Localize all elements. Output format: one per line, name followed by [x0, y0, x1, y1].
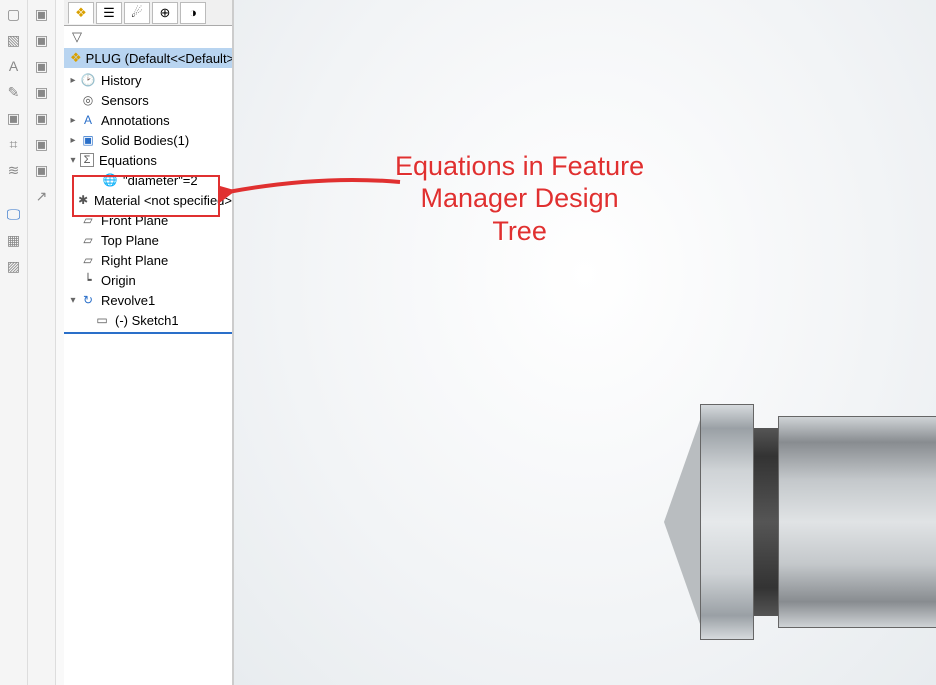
- revolve-icon: ↻: [80, 292, 96, 308]
- model-collar: [700, 404, 754, 640]
- part-header[interactable]: ❖ PLUG (Default<<Default>_D: [64, 48, 232, 68]
- filter-row: ▽: [64, 26, 232, 48]
- graphics-viewport[interactable]: [234, 0, 936, 685]
- equations-icon: Σ: [80, 153, 94, 167]
- vertical-toolbar-1: ▢ ▧ A ✎ ▣ ⌗ ≋ 🖵 ▦ ▨: [0, 0, 28, 685]
- expander[interactable]: ▸: [68, 135, 78, 146]
- tree-label: Top Plane: [101, 233, 159, 248]
- model-shaft: [778, 416, 936, 628]
- expander[interactable]: ▸: [68, 75, 78, 86]
- callout-line: Equations in Feature: [395, 150, 644, 182]
- callout-line: Tree: [395, 215, 644, 247]
- expander[interactable]: ▾: [68, 155, 78, 166]
- tree-item-solid-bodies[interactable]: ▸ ▣ Solid Bodies(1): [64, 130, 232, 150]
- tree-label: History: [101, 73, 141, 88]
- tool-icon[interactable]: ▢: [3, 3, 25, 25]
- display-icon[interactable]: 🖵: [3, 203, 25, 225]
- tree-item-origin[interactable]: ┕ Origin: [64, 270, 232, 290]
- tool-icon[interactable]: A: [3, 55, 25, 77]
- feature-tree: ▸ 🕑 History ◎ Sensors ▸ A Annotations ▸ …: [64, 68, 232, 338]
- plane-icon: ▱: [80, 232, 96, 248]
- tree-label: Right Plane: [101, 253, 168, 268]
- tree-item-top-plane[interactable]: ▱ Top Plane: [64, 230, 232, 250]
- filter-icon[interactable]: ▽: [72, 29, 82, 45]
- tree-item-material[interactable]: ✱ Material <not specified>: [64, 190, 232, 210]
- cube-icon[interactable]: ▣: [31, 81, 53, 103]
- tree-item-equations[interactable]: ▾ Σ Equations: [64, 150, 232, 170]
- tree-label: Annotations: [101, 113, 170, 128]
- annotations-icon: A: [80, 112, 96, 128]
- cube-icon[interactable]: ▣: [31, 29, 53, 51]
- cube-icon[interactable]: ▣: [31, 3, 53, 25]
- sensors-icon: ◎: [80, 92, 96, 108]
- expander[interactable]: ▾: [68, 295, 78, 306]
- origin-icon: ┕: [80, 272, 96, 288]
- tab-display-manager[interactable]: ◑: [180, 2, 206, 24]
- tree-label: Front Plane: [101, 213, 168, 228]
- tab-feature-manager[interactable]: ❖: [68, 2, 94, 24]
- tree-label: "diameter"=2: [123, 173, 198, 188]
- tool-icon[interactable]: ⌗: [3, 133, 25, 155]
- vertical-toolbar-2: ▣ ▣ ▣ ▣ ▣ ▣ ▣ ↗: [28, 0, 56, 685]
- model-groove: [754, 428, 778, 616]
- part-label: PLUG (Default<<Default>_D: [86, 51, 232, 66]
- tree-end-marker: [64, 332, 232, 334]
- panel-tabs: ❖ ☰ ☄ ⊕ ◑: [64, 0, 232, 26]
- view-icon[interactable]: ▨: [3, 255, 25, 277]
- callout-line: Manager Design: [395, 182, 644, 214]
- tree-label: Equations: [99, 153, 157, 168]
- model-3d: [654, 380, 936, 670]
- tab-configuration-manager[interactable]: ☄: [124, 2, 150, 24]
- material-icon: ✱: [77, 192, 89, 208]
- annotation-callout: Equations in Feature Manager Design Tree: [395, 150, 644, 247]
- tree-item-equation-value[interactable]: 🌐 "diameter"=2: [64, 170, 232, 190]
- solid-bodies-icon: ▣: [80, 132, 96, 148]
- part-icon: ❖: [70, 50, 82, 66]
- tool-icon[interactable]: ≋: [3, 159, 25, 181]
- plane-icon: ▱: [80, 212, 96, 228]
- sketch-icon: ▭: [94, 312, 110, 328]
- tool-icon[interactable]: ✎: [3, 81, 25, 103]
- model-tip: [664, 420, 700, 624]
- cube-icon[interactable]: ▣: [31, 107, 53, 129]
- tab-dimxpert[interactable]: ⊕: [152, 2, 178, 24]
- globe-icon: 🌐: [102, 172, 118, 188]
- tab-property-manager[interactable]: ☰: [96, 2, 122, 24]
- tree-label: Sensors: [101, 93, 149, 108]
- cube-icon[interactable]: ▣: [31, 133, 53, 155]
- tool-icon[interactable]: ▧: [3, 29, 25, 51]
- history-icon: 🕑: [80, 72, 96, 88]
- arrow-icon[interactable]: ↗: [31, 185, 53, 207]
- cube-icon[interactable]: ▣: [31, 55, 53, 77]
- expander[interactable]: ▸: [68, 115, 78, 126]
- tree-item-revolve[interactable]: ▾ ↻ Revolve1: [64, 290, 232, 310]
- tool-icon[interactable]: ▣: [3, 107, 25, 129]
- tree-item-front-plane[interactable]: ▱ Front Plane: [64, 210, 232, 230]
- tree-item-right-plane[interactable]: ▱ Right Plane: [64, 250, 232, 270]
- tree-item-sketch[interactable]: ▭ (-) Sketch1: [64, 310, 232, 330]
- tree-label: Revolve1: [101, 293, 155, 308]
- tree-item-annotations[interactable]: ▸ A Annotations: [64, 110, 232, 130]
- tree-label: Solid Bodies(1): [101, 133, 189, 148]
- tree-label: Material <not specified>: [94, 193, 232, 208]
- cube-icon[interactable]: ▣: [31, 159, 53, 181]
- tree-item-history[interactable]: ▸ 🕑 History: [64, 70, 232, 90]
- tree-item-sensors[interactable]: ◎ Sensors: [64, 90, 232, 110]
- feature-manager-panel: ❖ ☰ ☄ ⊕ ◑ ▽ ❖ PLUG (Default<<Default>_D …: [64, 0, 234, 685]
- plane-icon: ▱: [80, 252, 96, 268]
- view-icon[interactable]: ▦: [3, 229, 25, 251]
- tree-label: Origin: [101, 273, 136, 288]
- tree-label: (-) Sketch1: [115, 313, 179, 328]
